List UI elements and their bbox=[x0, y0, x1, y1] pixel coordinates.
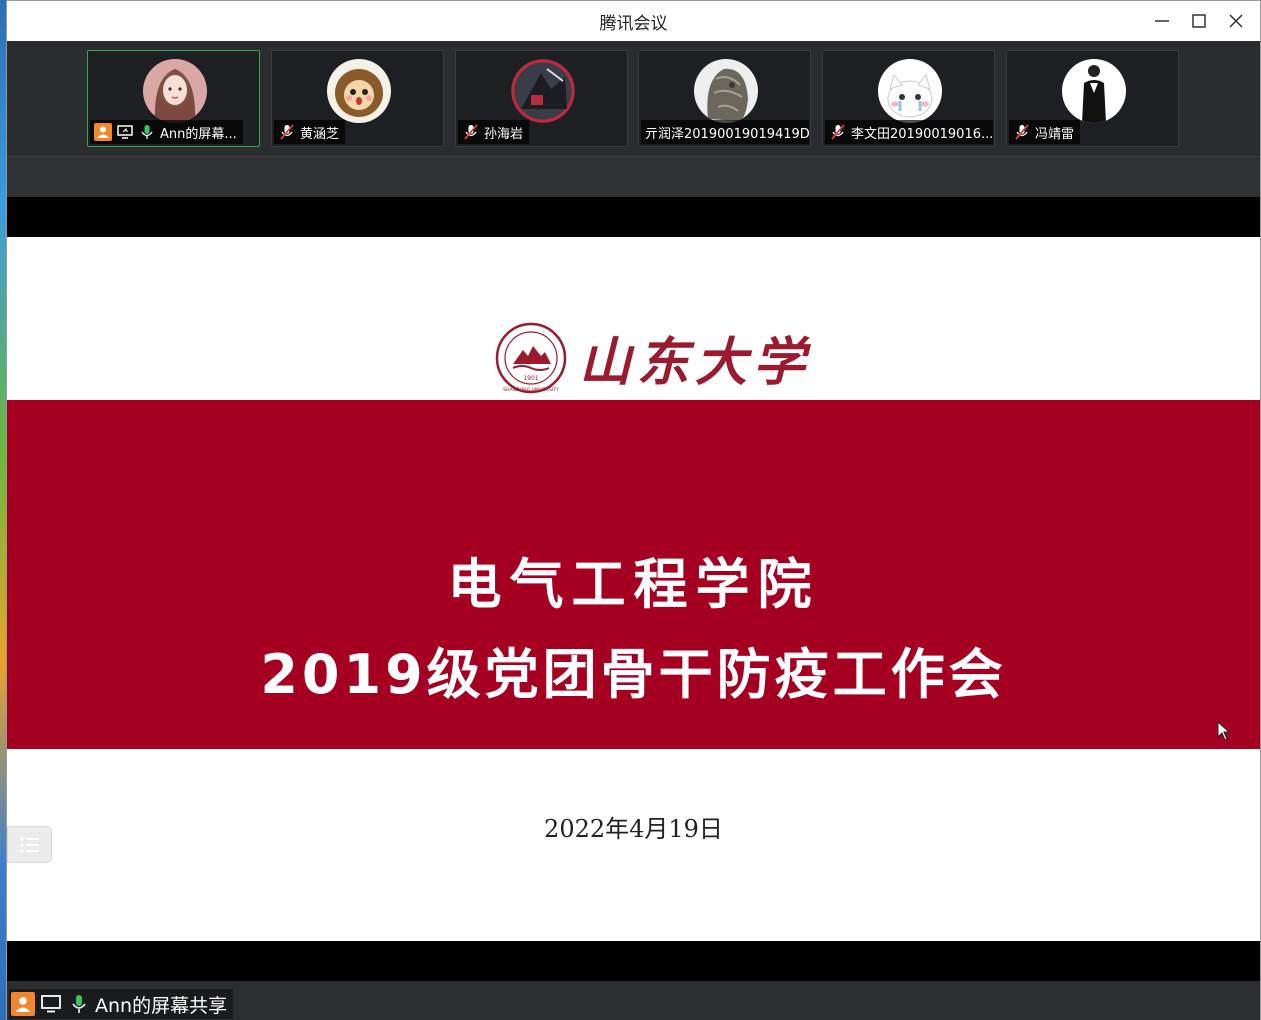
slide-date: 2022年4月19日 bbox=[544, 815, 723, 843]
participant-label: 孙海岩 bbox=[458, 120, 530, 144]
participant-tile[interactable]: Ann的屏幕... bbox=[87, 50, 260, 147]
participant-name: 孙海岩 bbox=[484, 126, 524, 142]
title-bar: 腾讯会议 bbox=[7, 1, 1260, 41]
close-button[interactable] bbox=[1217, 1, 1254, 41]
mic-on-icon bbox=[138, 123, 156, 141]
avatar-dark-photo bbox=[511, 59, 575, 123]
participant-tile[interactable]: 亓润泽20190019019419D bbox=[638, 50, 811, 147]
minimize-button[interactable] bbox=[1143, 1, 1180, 41]
avatar-cartoon-cat bbox=[878, 59, 942, 123]
mic-muted-icon bbox=[462, 123, 480, 141]
close-icon bbox=[1228, 14, 1243, 28]
screen-share-text: Ann的屏幕共享 bbox=[95, 994, 228, 1017]
participant-tile[interactable]: 冯靖雷 bbox=[1006, 50, 1179, 147]
host-icon bbox=[11, 992, 35, 1016]
mic-muted-icon bbox=[1013, 123, 1031, 141]
slide-title-line1: 电气工程学院 bbox=[447, 553, 820, 616]
participant-label: 冯靖雷 bbox=[1009, 120, 1081, 144]
minimize-icon bbox=[1154, 20, 1169, 22]
participant-tile[interactable]: 孙海岩 bbox=[455, 50, 628, 147]
participant-name: 亓润泽20190019019419D bbox=[645, 126, 809, 142]
letterbox-top bbox=[7, 197, 1260, 237]
shared-screen-slide: 1901 SHANDONG UNIVERSITY 山东大学 电气工程学院 201… bbox=[7, 237, 1260, 941]
participant-label: Ann的屏幕... bbox=[90, 120, 243, 144]
participant-label: 亓润泽20190019019419D bbox=[641, 120, 809, 144]
maximize-button[interactable] bbox=[1180, 1, 1217, 41]
university-seal-icon: 1901 SHANDONG UNIVERSITY bbox=[495, 322, 567, 393]
screen-share-icon bbox=[39, 992, 63, 1016]
letterbox-bottom bbox=[7, 941, 1260, 981]
screen-share-label: Ann的屏幕共享 bbox=[9, 989, 234, 1019]
list-icon bbox=[20, 837, 39, 852]
participant-name: 冯靖雷 bbox=[1035, 126, 1075, 142]
window-controls bbox=[1143, 1, 1254, 41]
meeting-window: 腾讯会议 Ann的屏幕... 黄涵芝 孙海岩 亓润泽20190019019419… bbox=[6, 0, 1261, 1020]
mic-on-icon bbox=[67, 992, 91, 1016]
slide-title-line2: 2019级党团骨干防疫工作会 bbox=[260, 643, 1007, 706]
avatar-girl-portrait bbox=[143, 59, 207, 123]
seal-year: 1901 bbox=[523, 375, 538, 382]
avatar-cartoon-lion bbox=[327, 59, 391, 123]
avatar-black-figure bbox=[1062, 59, 1126, 123]
title-band: 电气工程学院 2019级党团骨干防疫工作会 bbox=[7, 400, 1260, 749]
mic-muted-icon bbox=[829, 123, 847, 141]
window-title: 腾讯会议 bbox=[599, 13, 668, 34]
maximize-icon bbox=[1191, 14, 1206, 28]
mic-muted-icon bbox=[278, 123, 296, 141]
avatar-stone-statue bbox=[694, 59, 758, 123]
share-status-bar: Ann的屏幕共享 bbox=[7, 981, 1260, 1020]
screen-share-icon bbox=[116, 123, 134, 141]
university-logo: 1901 SHANDONG UNIVERSITY 山东大学 bbox=[495, 320, 811, 395]
list-toggle-button[interactable] bbox=[7, 826, 52, 863]
participant-strip: Ann的屏幕... 黄涵芝 孙海岩 亓润泽20190019019419D 李文田… bbox=[7, 41, 1260, 157]
participant-label: 黄涵芝 bbox=[274, 120, 346, 144]
seal-text: SHANDONG UNIVERSITY bbox=[503, 387, 559, 393]
host-icon bbox=[94, 123, 112, 141]
participant-name: 李文田20190019016... bbox=[851, 126, 993, 142]
participant-tile[interactable]: 李文田20190019016... bbox=[822, 50, 995, 147]
participant-name: 黄涵芝 bbox=[300, 126, 340, 142]
participant-tile[interactable]: 黄涵芝 bbox=[271, 50, 444, 147]
participant-name: Ann的屏幕... bbox=[160, 126, 237, 142]
mouse-cursor-icon bbox=[1217, 721, 1231, 741]
university-name: 山东大学 bbox=[579, 332, 812, 393]
participant-label: 李文田20190019016... bbox=[825, 120, 993, 144]
toolbar-spacer bbox=[7, 157, 1260, 197]
